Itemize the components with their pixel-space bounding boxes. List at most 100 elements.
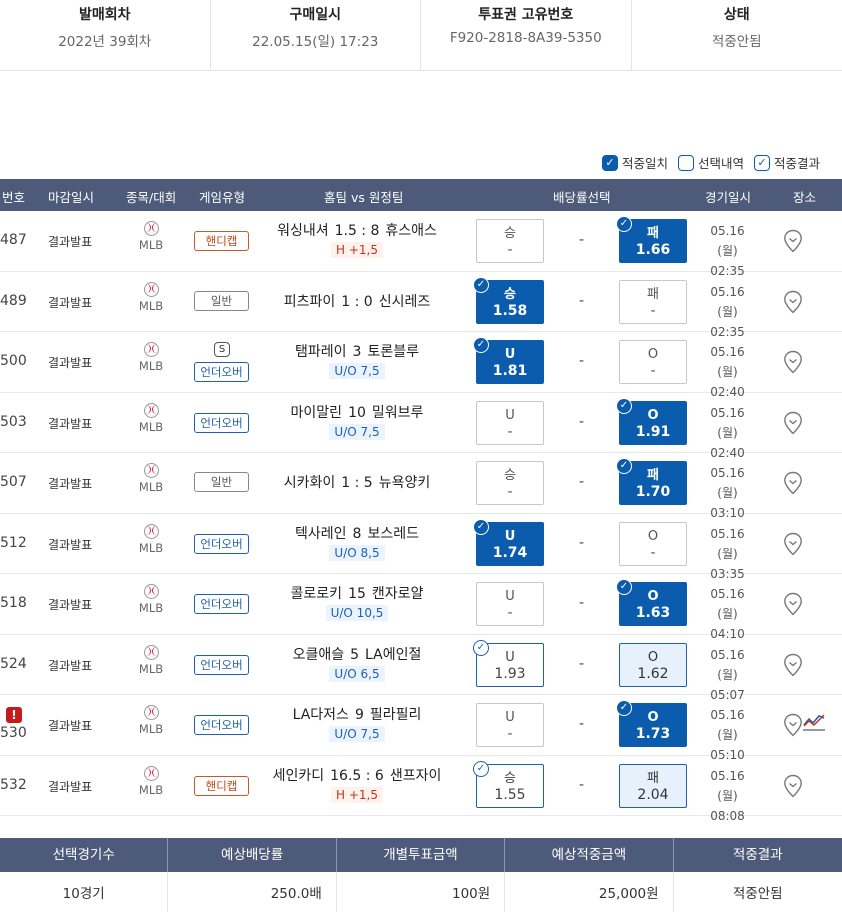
filter-result[interactable]: ✓ 적중결과 [754,153,820,172]
line-tag: U/O 7,5 [262,423,452,440]
score: 8 [352,525,362,542]
sport-cell: MLB [136,584,166,615]
location-pin-icon[interactable] [783,290,803,314]
info-round: 발매회차 2022년 39회차 [0,0,211,70]
matchup-line: 오클애슬 5 LA에인절 [262,644,452,664]
location-pin-icon[interactable] [783,350,803,374]
odds-left-button[interactable]: 승- [476,219,544,263]
checkbox-checked-icon[interactable]: ✓ [754,154,771,171]
game-date: 05.16 (월) [710,466,745,500]
odds-left-button[interactable]: 승- [476,461,544,505]
odds-right-button[interactable]: O- [619,340,687,384]
checkbox-unchecked-icon[interactable] [678,154,695,171]
info-ticket-id-label: 투표권 고유번호 [478,7,574,23]
odds-right-button[interactable]: 패 2.04 [619,763,687,808]
location-pin-icon[interactable] [783,471,803,495]
game-number: 503 [0,413,27,430]
odds-left-button[interactable]: U- [476,400,544,445]
location-pin-icon[interactable] [783,411,803,435]
draw-placeholder: - [579,232,585,248]
location-pin-icon[interactable] [783,774,803,798]
league-label: MLB [138,359,164,373]
league-label: MLB [138,480,164,494]
odds-value: - [650,544,656,561]
odds-right-button[interactable]: O 1.62 [619,642,687,687]
check-circle-icon: ✓ [616,458,632,474]
col-sport: 종목/대회 [126,190,177,205]
odds-left-button[interactable]: U- [476,582,544,626]
odds-left-button[interactable]: U 1.74 ✓ [473,518,544,566]
info-status-label: 상태 [723,7,750,23]
odds-left-button[interactable]: U 1.93 ✓ [473,639,544,687]
league-label: MLB [138,722,164,736]
odds-right-button[interactable]: O 1.91 ✓ [616,397,687,445]
game-time: 08:08 [710,808,745,823]
game-date: 05.16 (월) [710,345,745,379]
odds-right-button[interactable]: 패 1.66 ✓ [616,216,687,263]
odds-right-button[interactable]: O 1.63 ✓ [616,579,687,626]
odds-label: O [647,649,659,665]
line-tag-text: H +1,5 [331,786,383,803]
table-row: 518 결과발표 MLB 언더오버 콜로로키 15 캔자로얄 U/O 10,5 U - - O 1.63… [0,574,842,641]
location-pin-icon[interactable] [783,592,803,616]
deadline-status: 결과발표 [48,356,93,370]
away-team: 캔자로얄 [371,586,424,602]
table-row: 512 결과발표 MLB 언더오버 텍사레인 8 보스레드 U/O 8,5 U 1.74 ✓ - O -0… [0,514,842,581]
game-date: 05.16 (월) [710,708,745,742]
location-pin-icon[interactable] [783,713,803,737]
filter-selection[interactable]: 선택내역 [678,153,744,172]
league-label: MLB [138,540,164,555]
league-label: MLB [138,601,164,615]
deadline-status: 결과발표 [48,779,93,794]
deadline-status: 결과발표 [48,235,93,249]
location-pin-icon[interactable] [783,653,803,677]
summary-values: 10경기 250.0배 100원 25,000원 적중안됨 [0,872,842,912]
league-label: MLB [138,661,164,676]
checkbox-checked-icon[interactable]: ✓ [602,154,618,171]
table-row: ! 530 결과발표 MLB 언더오버 LA다저스 9 필라필리 U/O 7,5 U - - O 1.73… [0,695,842,762]
odds-left-button[interactable]: U- [476,703,544,747]
game-number: 530 [0,725,27,741]
game-date: 05.16 (월) [710,526,745,561]
line-tag-text: H +1,5 [331,242,383,258]
matchup: 시카화이 1 : 5 뉴욕양키 [262,472,452,492]
line-tag: U/O 6,5 [262,665,452,682]
filter-result-label: 적중결과 [774,156,821,171]
info-purchase-value: 22.05.15(일) 17:23 [252,34,379,50]
baseball-icon [143,281,159,297]
info-round-value: 2022년 39회차 [58,34,152,50]
odds-right-button[interactable]: O- [619,521,687,566]
odds-value: - [650,363,656,379]
game-number: 500 [0,353,27,369]
deadline-status: 결과발표 [48,477,93,491]
odds-value: 1.55 [494,786,526,803]
away-team: 보스레드 [367,525,419,542]
matchup: 워싱내셔 1.5 : 8 휴스애스 H +1,5 [262,220,452,258]
trend-chart-icon[interactable] [803,713,825,731]
check-circle-icon: ✓ [473,337,489,353]
game-date: 05.16 (월) [710,587,745,621]
odds-right-button[interactable]: 패- [619,279,687,324]
ticket-info: 발매회차 2022년 39회차 구매일시 22.05.15(일) 17:23 투… [0,0,842,71]
odds-value: - [507,484,513,500]
odds-left-button[interactable]: 승 1.58 ✓ [473,276,544,324]
odds-right-button[interactable]: O 1.73 ✓ [616,700,687,747]
special-badge: S [214,342,230,357]
home-team: 오클애슬 [292,646,345,663]
odds-right-button[interactable]: 패 1.70 ✓ [616,458,687,505]
game-type-badge: 언더오버 [194,654,249,675]
table-row: 503 결과발표 MLB 언더오버 마이말린 10 밀워브루 U/O 7,5 U - - O 1.91 ✓… [0,393,842,460]
location-pin-icon[interactable] [783,532,803,556]
game-number: 512 [0,534,27,551]
game-type-badge: 일반 [194,290,249,311]
game-date: 05.16 (월) [710,647,745,682]
game-date: 05.16 (월) [710,768,745,803]
col-venue: 장소 [793,190,817,205]
filter-match[interactable]: ✓ 적중일치 [602,153,668,172]
odds-left-button[interactable]: 승 1.55 ✓ [473,760,544,808]
location-pin-icon[interactable] [783,229,803,253]
odds-left-button[interactable]: U 1.81 ✓ [473,337,544,384]
sport-cell: MLB [136,402,166,434]
odds-value: - [650,302,656,319]
home-team: 콜로로키 [290,586,343,602]
